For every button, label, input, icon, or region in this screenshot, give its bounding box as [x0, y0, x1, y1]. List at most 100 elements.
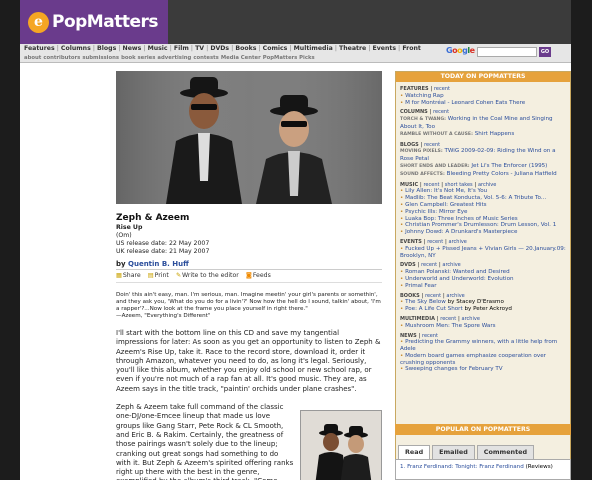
nav-item-music[interactable]: Music [148, 45, 168, 52]
sidebar-item-link[interactable]: Jet Li's The Enforcer (1995) [471, 163, 547, 169]
subnav-item-about[interactable]: about [24, 55, 41, 61]
tab-emailed[interactable]: Emailed [432, 445, 475, 459]
section-link-recent[interactable]: recent [434, 86, 450, 92]
nav-item-tv[interactable]: TV [195, 45, 204, 52]
sidebar-item-link[interactable]: Psychic Ills: Mirror Eye [405, 209, 467, 215]
subnav-item-contributors[interactable]: contributors [43, 55, 80, 61]
sidebar-item-link[interactable]: Sweeping changes for February TV [405, 366, 503, 372]
sidebar-item-link[interactable]: M for Montréal - Leonard Cohen Eats Ther… [405, 100, 525, 106]
sidebar-item-link[interactable]: Underworld and Underworld: Evolution [405, 276, 514, 282]
nav-item-events[interactable]: Events [373, 45, 397, 52]
section-events: EVENTS | recent | archive [400, 238, 467, 245]
nav-item-film[interactable]: Film [174, 45, 189, 52]
section-blogs: BLOGS | recent [400, 141, 441, 148]
section-title: FEATURES [400, 86, 429, 92]
nav-separator: | [368, 45, 371, 52]
section-title: MUSIC [400, 181, 419, 188]
site-logo[interactable]: e PopMatters [20, 0, 168, 44]
article-quote: Doin' this ain't easy, man. I'm serious,… [116, 292, 381, 319]
subnav-item-submissions[interactable]: submissions [82, 55, 119, 61]
sidebar-item-link[interactable]: Primal Fear [405, 283, 436, 289]
section-link-archive[interactable]: archive [449, 239, 467, 245]
section-title: DVDS [400, 262, 416, 269]
byline-prefix: by [116, 260, 126, 268]
popular-item-suffix: (Reviews) [525, 464, 553, 470]
sidebar-item-link[interactable]: Predicting the Grammy winners, with a li… [400, 339, 557, 352]
nav-item-news[interactable]: News [123, 45, 142, 52]
article-paragraph-1: I'll start with the bottom line on this … [116, 329, 381, 393]
sidebar-item: • Primal Fear [400, 283, 567, 290]
subnav-item-popmatters-picks[interactable]: PopMatters Picks [263, 55, 315, 61]
share-icon: ▦ [116, 272, 122, 279]
sidebar-item-link[interactable]: Johnny Dowd: A Drunkard's Masterpiece [405, 229, 517, 235]
page: e PopMatters Features | Columns | Blogs | News… [20, 0, 571, 480]
feeds-button[interactable]: ◙Feeds [246, 272, 271, 279]
byline: by Quentin B. Huff [116, 260, 382, 270]
nav-item-features[interactable]: Features [24, 45, 55, 52]
tab-read[interactable]: Read [398, 445, 431, 459]
subnav-item-media-center[interactable]: Media Center [221, 55, 261, 61]
section-link-recent[interactable]: recent [440, 316, 456, 322]
sidebar-item-link[interactable]: Fucked Up + Pissed Jeans + Vivian Girls … [400, 246, 566, 259]
logo-text: PopMatters [52, 12, 158, 32]
nav-item-columns[interactable]: Columns [61, 45, 91, 52]
album-cover-image [300, 410, 382, 480]
nav-item-dvds[interactable]: DVDs [210, 45, 229, 52]
nav-item-books[interactable]: Books [235, 45, 256, 52]
section-link-recent[interactable]: recent [427, 239, 443, 245]
sidebar-item-link[interactable]: The Sky Below [405, 299, 446, 305]
nav-item-multimedia[interactable]: Multimedia [294, 45, 333, 52]
subnav-item-contests[interactable]: contests [193, 55, 219, 61]
nav-item-theatre[interactable]: Theatre [339, 45, 366, 52]
sidebar-item-link[interactable]: Mushroom Men: The Spore Wars [405, 323, 495, 329]
section-link-recent[interactable]: recent [424, 142, 440, 148]
print-button[interactable]: ▤Print [148, 272, 169, 279]
search-go-button[interactable]: GO [539, 47, 551, 57]
sidebar-item-link[interactable]: Modern board games emphasize cooperation… [400, 353, 546, 366]
section-link-recent[interactable]: recent [425, 293, 441, 299]
tab-commented[interactable]: Commented [476, 445, 535, 459]
sidebar-item-link[interactable]: Glen Campbell: Greatest Hits [405, 202, 487, 208]
section-link-recent[interactable]: recent [422, 333, 438, 339]
popular-item-link[interactable]: 1. Franz Ferdinand: Tonight: Franz Ferdi… [400, 464, 524, 470]
section-link-recent[interactable]: recent [421, 262, 437, 268]
section-link-recent[interactable]: recent [433, 109, 449, 115]
author-link[interactable]: Quentin B. Huff [128, 260, 189, 268]
subnav-item-advertising[interactable]: advertising [157, 55, 191, 61]
google-search-label: Google [446, 46, 475, 55]
section-title: EVENTS [400, 238, 422, 245]
nav-item-front[interactable]: Front [402, 45, 421, 52]
sidebar-item-link[interactable]: Christian Prommer's Drumlesson: Drum Les… [405, 222, 556, 228]
section-link-recent[interactable]: recent [423, 182, 439, 188]
sidebar-item-link[interactable]: Luaka Bop: Three Inches of Music Series [405, 216, 518, 222]
nav-separator: | [118, 45, 121, 52]
sidebar-item-link[interactable]: Madlib: The Beat Konducta, Vol. 5-6: A T… [405, 195, 546, 201]
write-editor-button[interactable]: ✎Write to the editor [176, 272, 239, 279]
section-link-short-takes[interactable]: short takes [445, 182, 473, 188]
section-link-archive[interactable]: archive [462, 316, 480, 322]
sidebar-item-link[interactable]: Lily Allen: It's Not Me, It's You [405, 188, 487, 194]
subnav-item-book-series[interactable]: book series [121, 55, 155, 61]
section-link-archive[interactable]: archive [442, 262, 460, 268]
sidebar-item-link[interactable]: Poe: A Life Cut Short [405, 306, 463, 312]
nav-item-blogs[interactable]: Blogs [97, 45, 116, 52]
sidebar-item-link[interactable]: Shirt Happens [475, 131, 515, 137]
section-link-archive[interactable]: archive [478, 182, 496, 188]
search-input[interactable] [477, 47, 537, 57]
sidebar-item-link[interactable]: Roman Polanski: Wanted and Desired [405, 269, 510, 275]
sidebar-item-column: SHORT ENDS AND LEADER: [400, 163, 470, 169]
sidebar-item: • Mushroom Men: The Spore Wars [400, 323, 567, 330]
share-button[interactable]: ▦Share [116, 272, 141, 279]
nav-separator: | [289, 45, 292, 52]
sidebar-item: • Johnny Dowd: A Drunkard's Masterpiece [400, 229, 567, 236]
sidebar-item-link[interactable]: Bleeding Pretty Colors - Juliana Hatfiel… [447, 171, 557, 177]
logo-mark-icon: e [28, 11, 49, 33]
today-sidebar-title: TODAY ON POPMATTERS [396, 72, 570, 82]
section-link-archive[interactable]: archive [446, 293, 464, 299]
section-dvds: DVDS | recent | archive [400, 262, 461, 269]
sidebar-item: • Luaka Bop: Three Inches of Music Serie… [400, 216, 567, 223]
section-columns: COLUMNS | recent [400, 109, 450, 116]
sidebar-item: SHORT ENDS AND LEADER: Jet Li's The Enfo… [400, 163, 567, 171]
sidebar-item-link[interactable]: Watching Rap [405, 93, 444, 99]
nav-item-comics[interactable]: Comics [263, 45, 288, 52]
